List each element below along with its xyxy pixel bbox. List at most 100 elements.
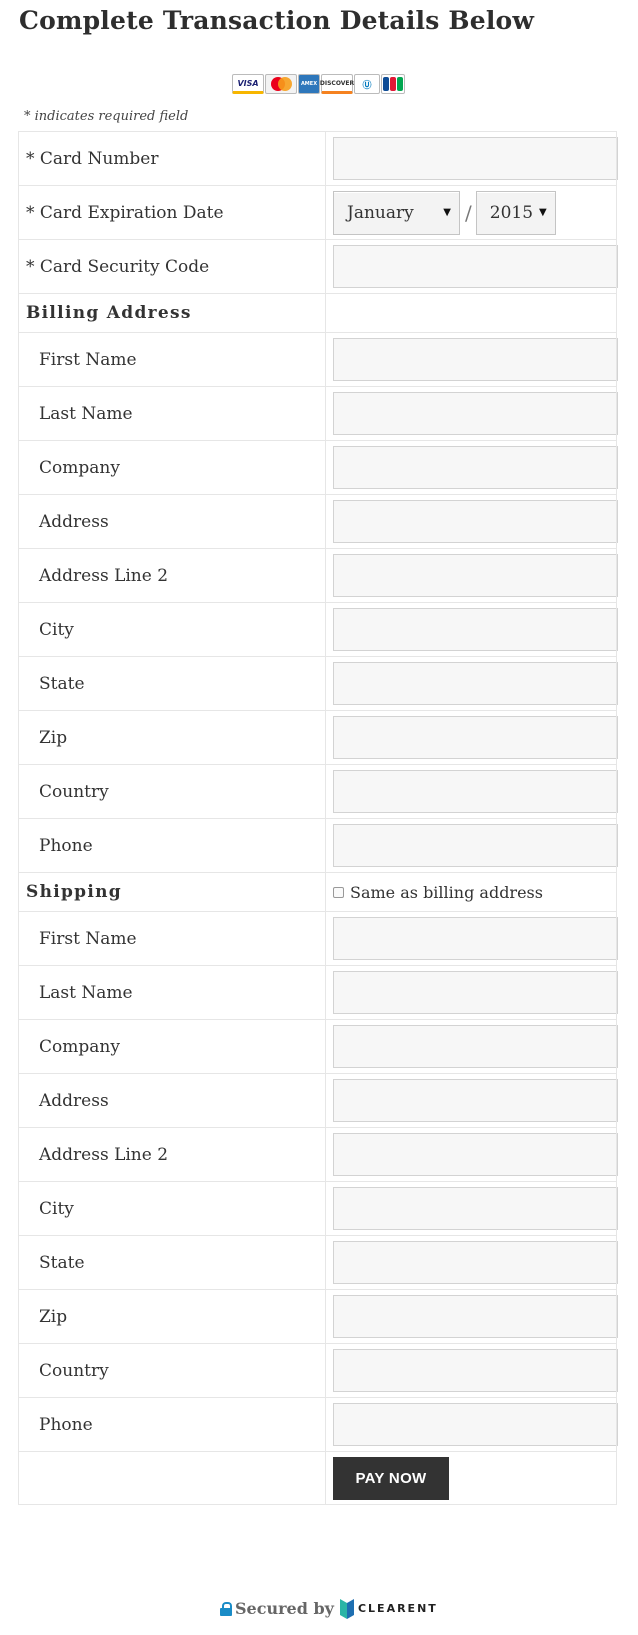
shipping-first-name-input[interactable] xyxy=(333,917,618,960)
payment-page: Complete Transaction Details Below VISA … xyxy=(0,0,638,1635)
billing-last-name-label: Last Name xyxy=(18,386,326,441)
jcb-logo xyxy=(381,74,405,94)
shipping-state-row: State xyxy=(18,1235,618,1290)
dropdown-arrow-icon: ▼ xyxy=(443,207,451,218)
billing-phone-row: Phone xyxy=(18,818,618,873)
shipping-state-label: State xyxy=(18,1235,326,1290)
same-as-billing-label: Same as billing address xyxy=(350,882,543,902)
shipping-address-line-2-input[interactable] xyxy=(333,1133,618,1176)
billing-address-label: Address xyxy=(18,494,326,549)
billing-company-input[interactable] xyxy=(333,446,618,489)
billing-last-name-input[interactable] xyxy=(333,392,618,435)
billing-city-input[interactable] xyxy=(333,608,618,651)
shipping-city-input[interactable] xyxy=(333,1187,618,1230)
shipping-last-name-label: Last Name xyxy=(18,965,326,1020)
shipping-country-row: Country xyxy=(18,1343,618,1398)
billing-address-line-2-row: Address Line 2 xyxy=(18,548,618,603)
billing-address-heading: Billing Address xyxy=(18,293,326,333)
amex-logo: AMEX xyxy=(298,74,320,94)
shipping-zip-input[interactable] xyxy=(333,1295,618,1338)
shipping-first-name-row: First Name xyxy=(18,911,618,966)
billing-company-label: Company xyxy=(18,440,326,495)
billing-phone-label: Phone xyxy=(18,818,326,873)
billing-zip-row: Zip xyxy=(18,710,618,765)
shipping-first-name-label: First Name xyxy=(18,911,326,966)
shipping-phone-row: Phone xyxy=(18,1397,618,1452)
card-expiration-row: * Card Expiration Date January ▼ / 2015 … xyxy=(18,185,617,240)
secured-by-footer: Secured by CLEARENT xyxy=(220,1598,438,1619)
billing-country-label: Country xyxy=(18,764,326,819)
card-security-code-input[interactable] xyxy=(333,245,618,288)
clearent-mark-icon xyxy=(339,1598,354,1619)
card-expiration-label: * Card Expiration Date xyxy=(18,185,326,240)
billing-heading-row: Billing Address xyxy=(18,293,617,333)
shipping-country-label: Country xyxy=(18,1343,326,1398)
dropdown-arrow-icon: ▼ xyxy=(539,207,547,218)
accepted-cards: VISA AMEX DISCOVER Ⓤ xyxy=(232,74,405,96)
shipping-phone-label: Phone xyxy=(18,1397,326,1452)
billing-country-row: Country xyxy=(18,764,618,819)
same-as-billing-checkbox[interactable] xyxy=(333,886,344,898)
billing-company-row: Company xyxy=(18,440,618,495)
shipping-last-name-input[interactable] xyxy=(333,971,618,1014)
expiration-separator: / xyxy=(465,200,472,225)
shipping-address-input[interactable] xyxy=(333,1079,618,1122)
billing-address-input[interactable] xyxy=(333,500,618,543)
expiration-month-select[interactable]: January ▼ xyxy=(333,190,460,235)
shipping-city-row: City xyxy=(18,1181,618,1236)
shipping-city-label: City xyxy=(18,1181,326,1236)
shipping-heading-row: Shipping Same as billing address xyxy=(18,872,617,912)
billing-address-line-2-label: Address Line 2 xyxy=(18,548,326,603)
shipping-address-line-2-row: Address Line 2 xyxy=(18,1127,618,1182)
billing-country-input[interactable] xyxy=(333,770,618,813)
shipping-last-name-row: Last Name xyxy=(18,965,618,1020)
billing-first-name-row: First Name xyxy=(18,332,618,387)
shipping-company-row: Company xyxy=(18,1019,618,1074)
shipping-fields: First Name Last Name Company Address Address… xyxy=(18,911,618,1452)
card-number-input[interactable] xyxy=(333,137,618,180)
visa-logo: VISA xyxy=(232,74,264,94)
shipping-address-label: Address xyxy=(18,1073,326,1128)
secured-by-text: Secured by xyxy=(235,1599,334,1618)
card-number-row: * Card Number xyxy=(18,131,618,186)
shipping-heading: Shipping xyxy=(18,872,326,912)
shipping-company-input[interactable] xyxy=(333,1025,618,1068)
shipping-address-row: Address xyxy=(18,1073,618,1128)
pay-now-button[interactable]: PAY NOW xyxy=(333,1456,449,1500)
billing-first-name-label: First Name xyxy=(18,332,326,387)
shipping-zip-label: Zip xyxy=(18,1289,326,1344)
same-as-billing-toggle[interactable]: Same as billing address xyxy=(333,883,543,902)
lock-icon xyxy=(220,1601,232,1616)
billing-state-input[interactable] xyxy=(333,662,618,705)
billing-zip-input[interactable] xyxy=(333,716,618,759)
shipping-state-input[interactable] xyxy=(333,1241,618,1284)
clearent-logo: CLEARENT xyxy=(339,1598,438,1619)
transaction-form: * Card Number * Card Expiration Date Jan… xyxy=(18,131,618,1505)
mastercard-logo xyxy=(265,74,297,94)
card-number-label: * Card Number xyxy=(18,131,326,186)
billing-city-row: City xyxy=(18,602,618,657)
billing-first-name-input[interactable] xyxy=(333,338,618,381)
shipping-phone-input[interactable] xyxy=(333,1403,618,1446)
billing-state-label: State xyxy=(18,656,326,711)
expiration-month-value: January xyxy=(347,202,414,223)
discover-logo: DISCOVER xyxy=(320,74,354,94)
diners-club-logo: Ⓤ xyxy=(354,74,380,94)
billing-last-name-row: Last Name xyxy=(18,386,618,441)
billing-address-line-2-input[interactable] xyxy=(333,554,618,597)
submit-row: PAY NOW xyxy=(18,1451,617,1505)
shipping-zip-row: Zip xyxy=(18,1289,618,1344)
billing-city-label: City xyxy=(18,602,326,657)
shipping-company-label: Company xyxy=(18,1019,326,1074)
card-security-code-label: * Card Security Code xyxy=(18,239,326,294)
page-title: Complete Transaction Details Below xyxy=(19,6,535,35)
shipping-country-input[interactable] xyxy=(333,1349,618,1392)
shipping-address-line-2-label: Address Line 2 xyxy=(18,1127,326,1182)
billing-zip-label: Zip xyxy=(18,710,326,765)
required-field-note: * indicates required field xyxy=(24,109,189,124)
billing-phone-input[interactable] xyxy=(333,824,618,867)
clearent-wordmark: CLEARENT xyxy=(357,1602,438,1615)
card-security-row: * Card Security Code xyxy=(18,239,618,294)
expiration-year-select[interactable]: 2015 ▼ xyxy=(475,190,556,235)
billing-state-row: State xyxy=(18,656,618,711)
